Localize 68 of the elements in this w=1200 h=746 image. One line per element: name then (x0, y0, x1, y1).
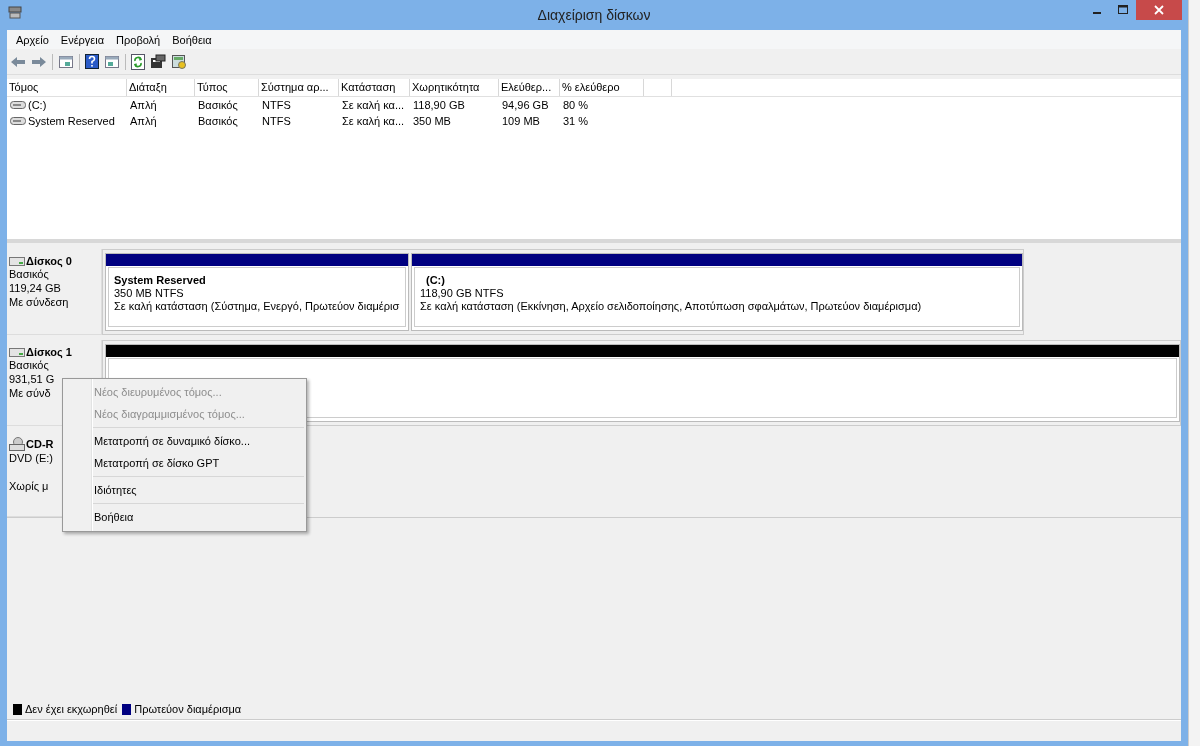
table-cell: 80 % (563, 99, 589, 111)
close-button[interactable] (1136, 0, 1182, 20)
legend-label: Πρωτεύον διαμέρισμα (134, 703, 242, 715)
drive-icon (10, 117, 26, 125)
legend-label: Δεν έχει εκχωρηθεί (25, 703, 118, 715)
table-cell: (C:) (28, 99, 47, 111)
partition-size: 118,90 GB NTFS (420, 287, 504, 300)
disk-info: 931,51 G (9, 372, 55, 386)
properties-icon[interactable] (150, 54, 166, 69)
partition-size: 350 MB NTFS (114, 287, 184, 300)
table-cell: NTFS (262, 99, 291, 111)
menu-item[interactable]: Μετατροπή σε δυναμικό δίσκο... (63, 430, 271, 452)
column-header[interactable]: Κατάσταση (339, 79, 410, 96)
table-cell: Σε καλή κα... (342, 115, 405, 127)
table-cell: Βασικός (198, 99, 238, 111)
partition-block[interactable]: System Reserved 350 MB NTFS Σε καλή κατάσταση (Σύστημα, Ενεργό, Πρωτεύον διαμέρισ (105, 253, 409, 331)
column-header[interactable]: % ελεύθερο (560, 79, 644, 96)
partition-block[interactable]: (C:) 118,90 GB NTFS Σε καλή κατάσταση (Εκκίνηση, Αρχείο σελιδοποίησης, Αποτύπωση σφαλμάτων, Πρωτεύον διαμέρισμα) (411, 253, 1023, 331)
disk-info: Βασικός (9, 267, 49, 281)
table-cell: Βασικός (198, 115, 238, 127)
disk-name: Δίσκος 1 (26, 346, 72, 358)
partition-status: Σε καλή κατάσταση (Σύστημα, Ενεργό, Πρωτεύον διαμέρισ (114, 300, 400, 313)
app-icon (8, 5, 22, 19)
table-cell: 109 MB (502, 115, 540, 127)
table-cell: Απλή (130, 115, 157, 127)
drive-icon (10, 101, 26, 109)
disk-info: Χωρίς μ (9, 479, 49, 493)
column-header[interactable]: Τόμος (7, 79, 127, 96)
table-cell: System Reserved (28, 115, 115, 127)
table-cell: Σε καλή κα... (342, 99, 405, 111)
disk-info: DVD (E:) (9, 451, 53, 465)
refresh-icon[interactable] (131, 53, 145, 70)
table-cell: 118,90 GB (413, 99, 465, 111)
disk-info: 119,24 GB (9, 281, 61, 295)
action-pane-icon[interactable] (104, 54, 120, 69)
menu-item[interactable]: Μετατροπή σε δίσκο GPT (63, 452, 240, 474)
table-cell: 31 % (563, 115, 589, 127)
menu-item[interactable]: Βοήθεια (63, 506, 154, 528)
column-header[interactable]: Σύστημα αρ... (259, 79, 339, 96)
menu-item[interactable]: Ενέργεια (54, 33, 111, 46)
disk-info: Με σύνδεση (9, 295, 69, 309)
column-header[interactable]: Τύπος (195, 79, 259, 96)
close-icon (1154, 5, 1164, 15)
forward-arrow-icon[interactable] (31, 54, 47, 69)
maximize-icon[interactable] (1118, 5, 1128, 15)
menu-item[interactable]: Προβολή (110, 33, 167, 46)
disk-name: CD-R (26, 438, 54, 450)
help-icon[interactable] (85, 54, 99, 69)
table-cell: 94,96 GB (502, 99, 549, 111)
menu-item[interactable]: Ιδιότητες (63, 479, 157, 501)
disk-check-icon[interactable] (171, 54, 187, 69)
column-header[interactable]: Ελεύθερ... (499, 79, 560, 96)
disk-info: Βασικός (9, 358, 49, 372)
partition-name: System Reserved (114, 274, 206, 287)
window-title: Διαχείριση δίσκων (537, 7, 651, 23)
menu-item[interactable]: Βοήθεια (166, 33, 218, 46)
partition-name: (C:) (425, 274, 445, 287)
column-header[interactable]: Διάταξη (127, 79, 195, 96)
disk-info: Με σύνδ (9, 386, 51, 400)
back-arrow-icon[interactable] (10, 54, 26, 69)
partition-status: Σε καλή κατάσταση (Εκκίνηση, Αρχείο σελιδοποίησης, Αποτύπωση σφαλμάτων, Πρωτεύον διαμέρισμα) (420, 300, 922, 313)
console-tree-icon[interactable] (58, 54, 74, 69)
table-cell: 350 MB (413, 115, 451, 127)
disk-name: Δίσκος 0 (26, 255, 72, 267)
table-cell: NTFS (262, 115, 291, 127)
table-cell: Απλή (130, 99, 157, 111)
menu-item[interactable]: Αρχείο (10, 33, 55, 46)
column-header[interactable]: Χωρητικότητα (410, 79, 499, 96)
